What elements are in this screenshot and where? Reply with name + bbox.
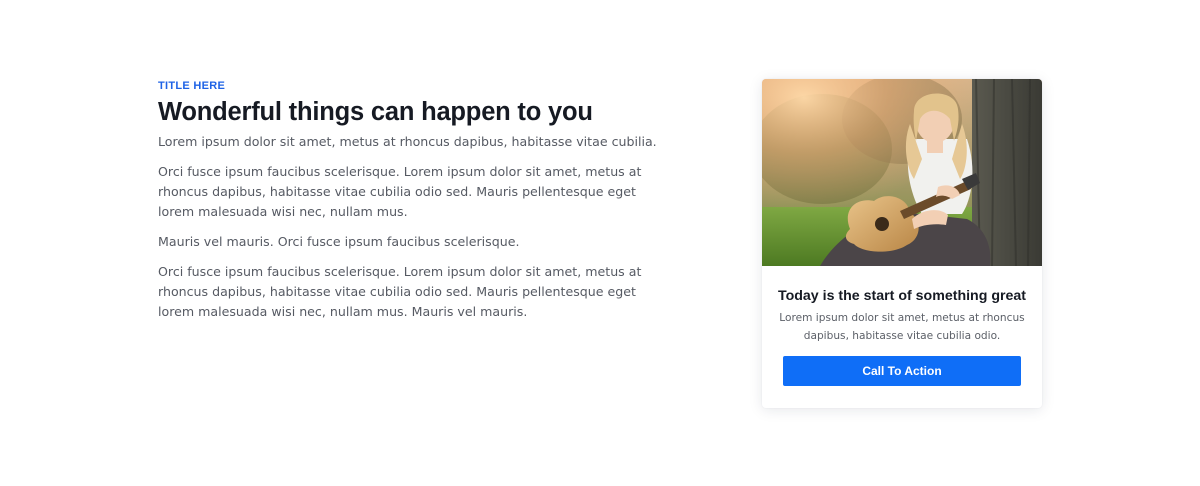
paragraph-4: Orci fusce ipsum faucibus scelerisque. L… [158,264,642,319]
card-title: Today is the start of something great [777,288,1027,304]
eyebrow-label: TITLE HERE [158,80,226,92]
card-description: Lorem ipsum dolor sit amet, metus at rho… [779,312,1025,342]
guitar-photo-icon [762,79,1042,266]
call-to-action-button[interactable]: Call To Action [783,356,1021,386]
paragraph-1: Lorem ipsum dolor sit amet, metus at rho… [158,134,657,149]
promo-card: Today is the start of something great Lo… [762,79,1042,408]
paragraph-2: Orci fusce ipsum faucibus scelerisque. L… [158,164,642,219]
card-image [762,79,1042,266]
content-section: TITLE HERE Wonderful things can happen t… [158,79,668,332]
page-title: Wonderful things can happen to you [158,98,593,126]
paragraph-3: Mauris vel mauris. Orci fusce ipsum fauc… [158,234,520,249]
